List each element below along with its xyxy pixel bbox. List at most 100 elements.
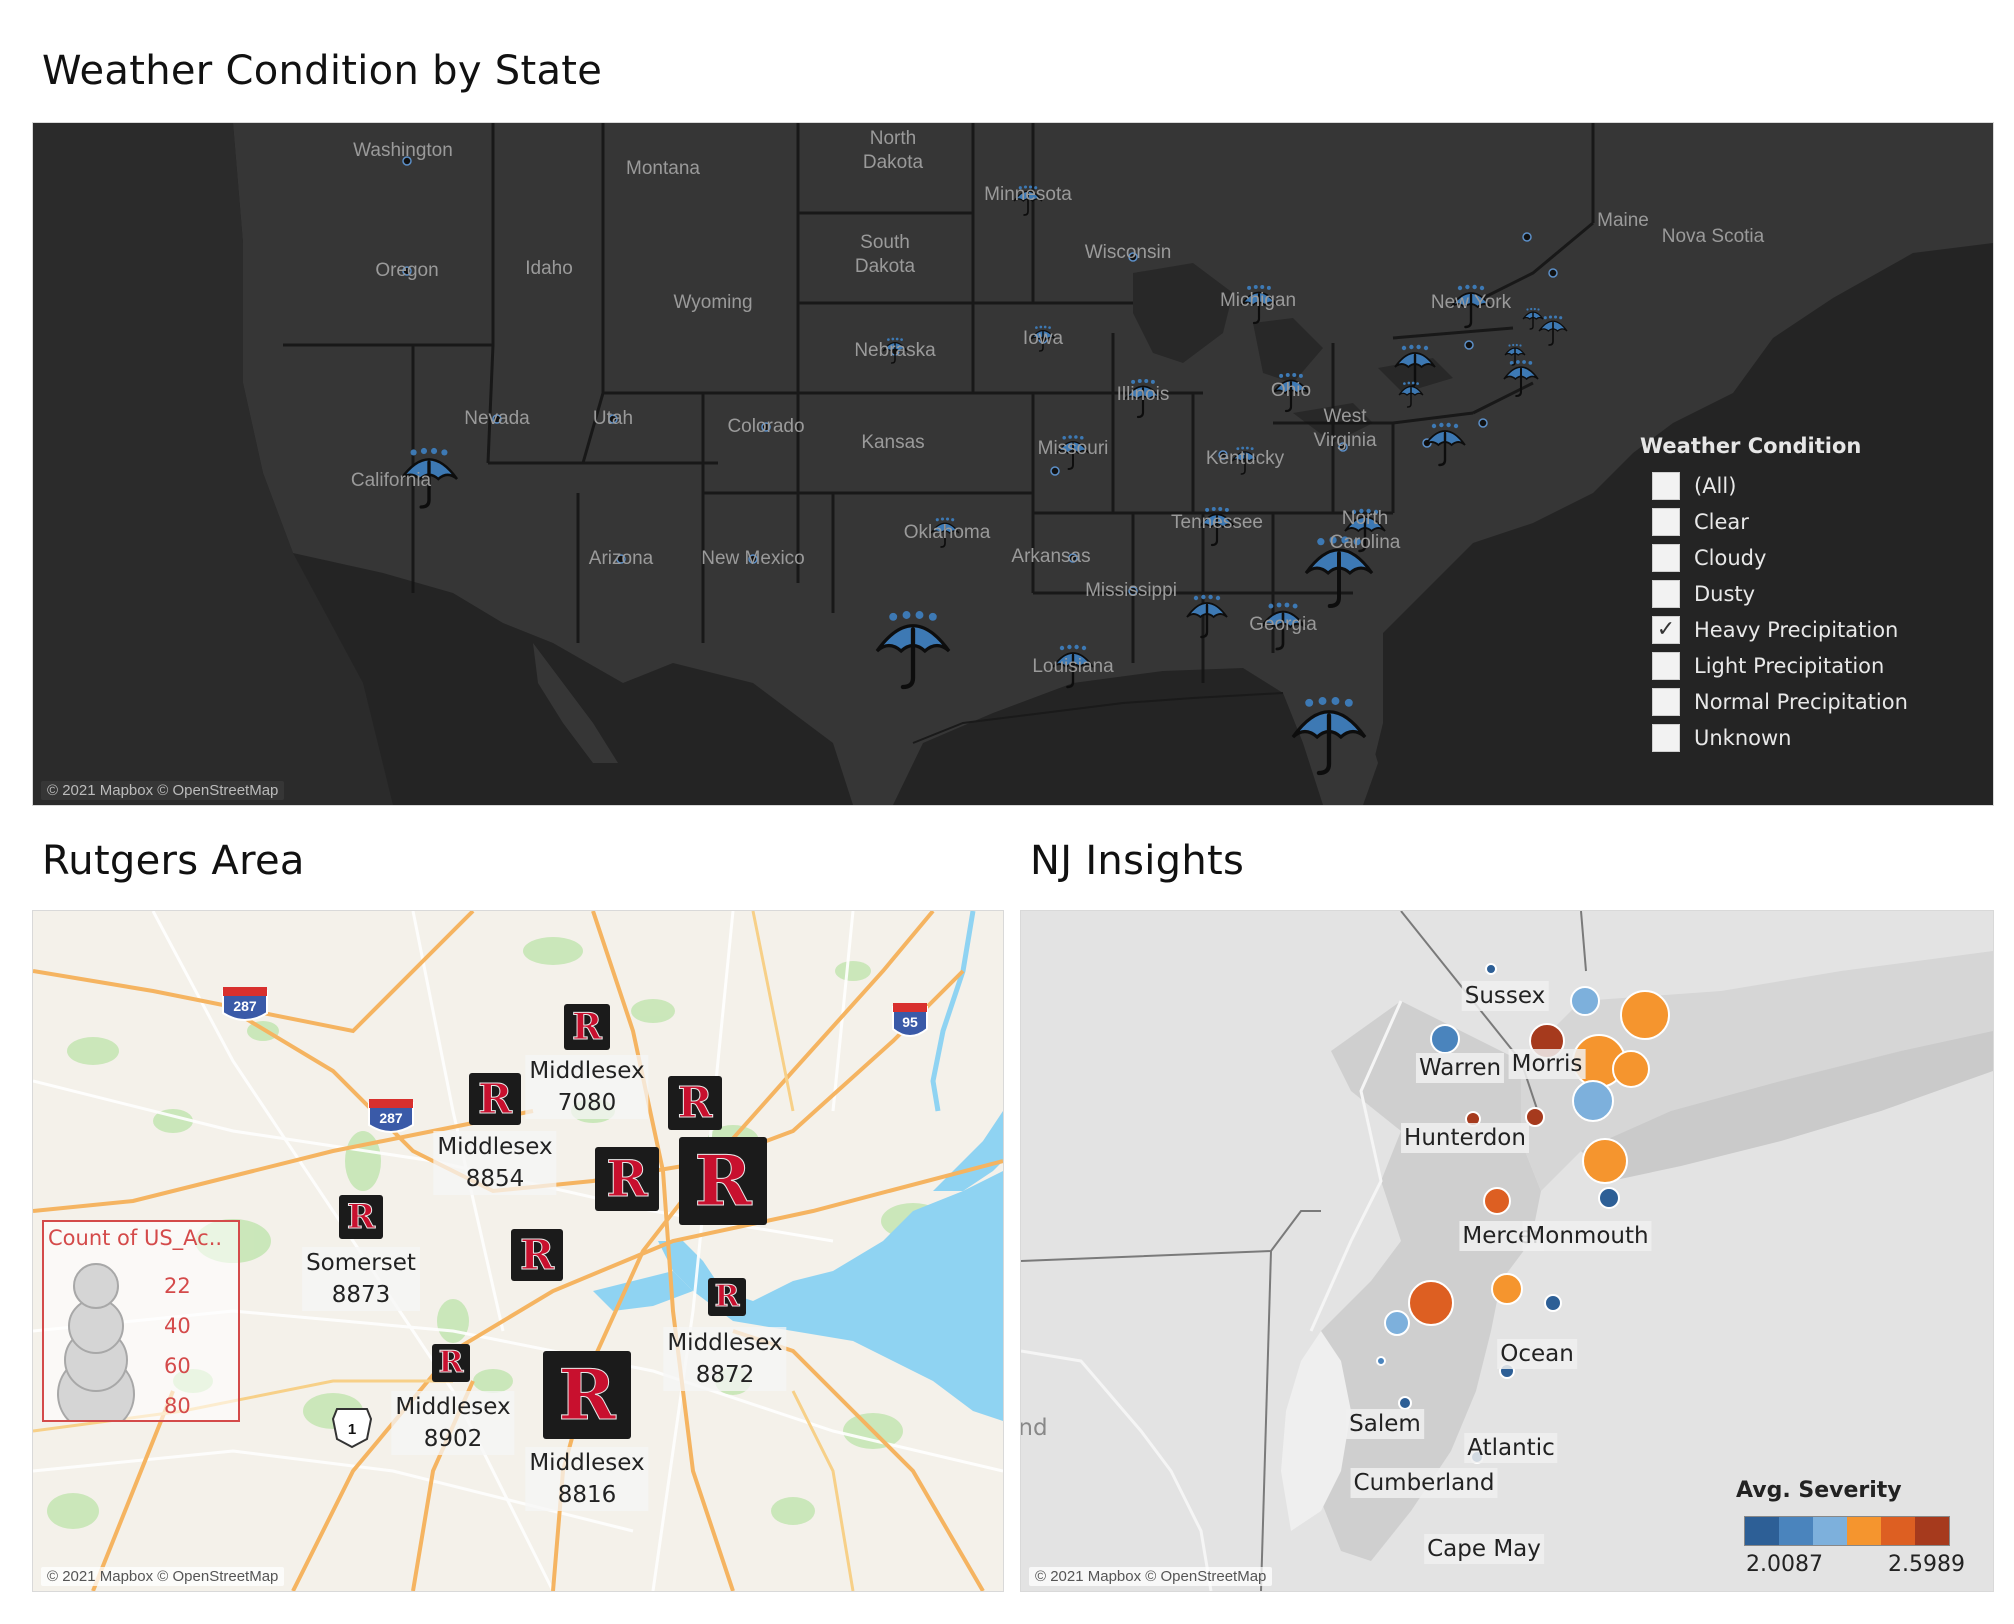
severity-swatch — [1779, 1517, 1813, 1545]
rutgers-r-marker[interactable]: R — [595, 1147, 659, 1211]
rutgers-logo-letter: R — [714, 1279, 740, 1314]
state-label: Nebraska — [854, 340, 936, 361]
filter-option-label: Dusty — [1694, 582, 1756, 606]
filter-checkbox[interactable] — [1652, 508, 1680, 536]
county-label: Salem — [1346, 1409, 1424, 1439]
county-severity-bubble — [1620, 990, 1670, 1040]
umbrella-rain-icon — [1504, 343, 1526, 366]
rutgers-r-marker[interactable]: R — [511, 1229, 563, 1281]
weather-title: Weather Condition by State — [42, 48, 603, 94]
zip-label: Somerset 8873 — [302, 1247, 420, 1311]
filter-checkbox[interactable] — [1652, 652, 1680, 680]
filter-checkbox[interactable]: ✓ — [1652, 616, 1680, 644]
state-label: North Dakota — [862, 128, 924, 173]
filter-option[interactable]: Unknown — [1652, 720, 1960, 756]
county-label: Ocean — [1497, 1339, 1577, 1369]
severity-legend-title: Avg. Severity — [1736, 1478, 1902, 1503]
county-severity-bubble — [1398, 1396, 1412, 1410]
state-label: Nova Scotia — [1661, 226, 1765, 247]
filter-option[interactable]: Clear — [1652, 504, 1960, 540]
state-label: Wisconsin — [1084, 242, 1172, 263]
county-label: Sussex — [1461, 981, 1549, 1011]
rutgers-attribution: © 2021 Mapbox © OpenStreetMap — [41, 1567, 285, 1586]
state-label: Colorado — [727, 416, 805, 437]
state-marker-dot — [1478, 418, 1488, 428]
zip-code: 8816 — [557, 1482, 617, 1508]
nj-attribution: © 2021 Mapbox © OpenStreetMap — [1029, 1567, 1273, 1586]
size-legend-value-80: 80 — [164, 1394, 191, 1418]
zip-code: 7080 — [557, 1090, 617, 1116]
umbrella-rain-icon — [1503, 360, 1539, 398]
state-label: Kansas — [861, 432, 925, 453]
state-marker-dot — [1522, 232, 1532, 242]
zip-county: Middlesex — [437, 1134, 553, 1160]
umbrella-rain-icon — [875, 611, 951, 690]
state-label: Utah — [592, 408, 634, 429]
state-marker-dot — [1548, 268, 1558, 278]
state-label: Ohio — [1270, 380, 1312, 401]
filter-option[interactable]: ✓ Heavy Precipitation — [1652, 612, 1960, 648]
rutgers-r-marker[interactable]: R — [339, 1195, 383, 1239]
county-severity-bubble — [1491, 1273, 1523, 1305]
state-label: Georgia — [1249, 614, 1317, 635]
filter-checkbox[interactable] — [1652, 580, 1680, 608]
nj-title: NJ Insights — [1030, 838, 1245, 884]
state-label: California — [350, 470, 432, 491]
filter-option[interactable]: Light Precipitation — [1652, 648, 1960, 684]
filter-option[interactable]: Dusty — [1652, 576, 1960, 612]
rutgers-r-marker[interactable]: R — [668, 1076, 722, 1130]
state-label: Maine — [1597, 210, 1649, 231]
rutgers-r-marker[interactable]: R — [564, 1004, 610, 1050]
rutgers-logo-letter: R — [558, 1354, 616, 1436]
partial-state-label: nd — [1020, 1415, 1048, 1441]
svg-text:287: 287 — [233, 998, 257, 1014]
county-label: Warren — [1415, 1053, 1505, 1083]
size-legend-circles — [57, 1263, 135, 1420]
county-severity-bubble — [1544, 1294, 1562, 1312]
rutgers-title: Rutgers Area — [42, 838, 305, 884]
state-label: Washington — [353, 140, 453, 161]
filter-title: Weather Condition — [1640, 434, 1862, 458]
filter-checkbox[interactable] — [1652, 544, 1680, 572]
state-label: Nevada — [464, 408, 530, 429]
state-marker-dot — [1464, 340, 1474, 350]
rutgers-r-marker[interactable]: R — [469, 1073, 521, 1125]
zip-code: 8902 — [423, 1426, 483, 1452]
state-label: Arizona — [588, 548, 654, 569]
state-label: Arkansas — [1011, 546, 1091, 567]
state-label: Iowa — [1022, 328, 1064, 349]
state-label: Illinois — [1116, 384, 1170, 405]
umbrella-rain-icon — [1394, 344, 1436, 389]
filter-checkbox[interactable] — [1652, 472, 1680, 500]
severity-swatch — [1745, 1517, 1779, 1545]
rutgers-r-marker[interactable]: R — [708, 1278, 746, 1316]
rutgers-logo-letter: R — [519, 1230, 555, 1279]
filter-checkbox[interactable] — [1652, 688, 1680, 716]
umbrella-rain-icon — [1186, 594, 1228, 639]
rutgers-r-marker[interactable]: R — [432, 1344, 470, 1382]
svg-text:95: 95 — [902, 1014, 918, 1030]
state-label: Oregon — [375, 260, 439, 281]
county-severity-bubble — [1570, 986, 1600, 1016]
filter-option[interactable]: (All) — [1652, 468, 1960, 504]
filter-checkbox[interactable] — [1652, 724, 1680, 752]
state-label: South Dakota — [854, 232, 916, 277]
county-severity-bubble — [1582, 1138, 1628, 1184]
rutgers-r-marker[interactable]: R — [679, 1137, 767, 1225]
state-label: Tennessee — [1171, 512, 1263, 533]
severity-max: 2.5989 — [1888, 1552, 1965, 1577]
county-label: Monmouth — [1522, 1221, 1652, 1251]
filter-option[interactable]: Normal Precipitation — [1652, 684, 1960, 720]
state-label: Montana — [626, 158, 700, 179]
rutgers-r-marker[interactable]: R — [543, 1351, 631, 1439]
filter-option-label: Cloudy — [1694, 546, 1767, 570]
umbrella-rain-icon — [1538, 315, 1568, 346]
county-label: Atlantic — [1464, 1433, 1558, 1463]
zip-code: 8854 — [465, 1166, 525, 1192]
filter-option[interactable]: Cloudy — [1652, 540, 1960, 576]
size-legend-value-22: 22 — [164, 1274, 191, 1298]
state-label: Mississippi — [1085, 580, 1177, 601]
filter-option-label: Heavy Precipitation — [1694, 618, 1899, 642]
state-label: North Carolina — [1329, 508, 1401, 553]
zip-county: Middlesex — [529, 1058, 645, 1084]
